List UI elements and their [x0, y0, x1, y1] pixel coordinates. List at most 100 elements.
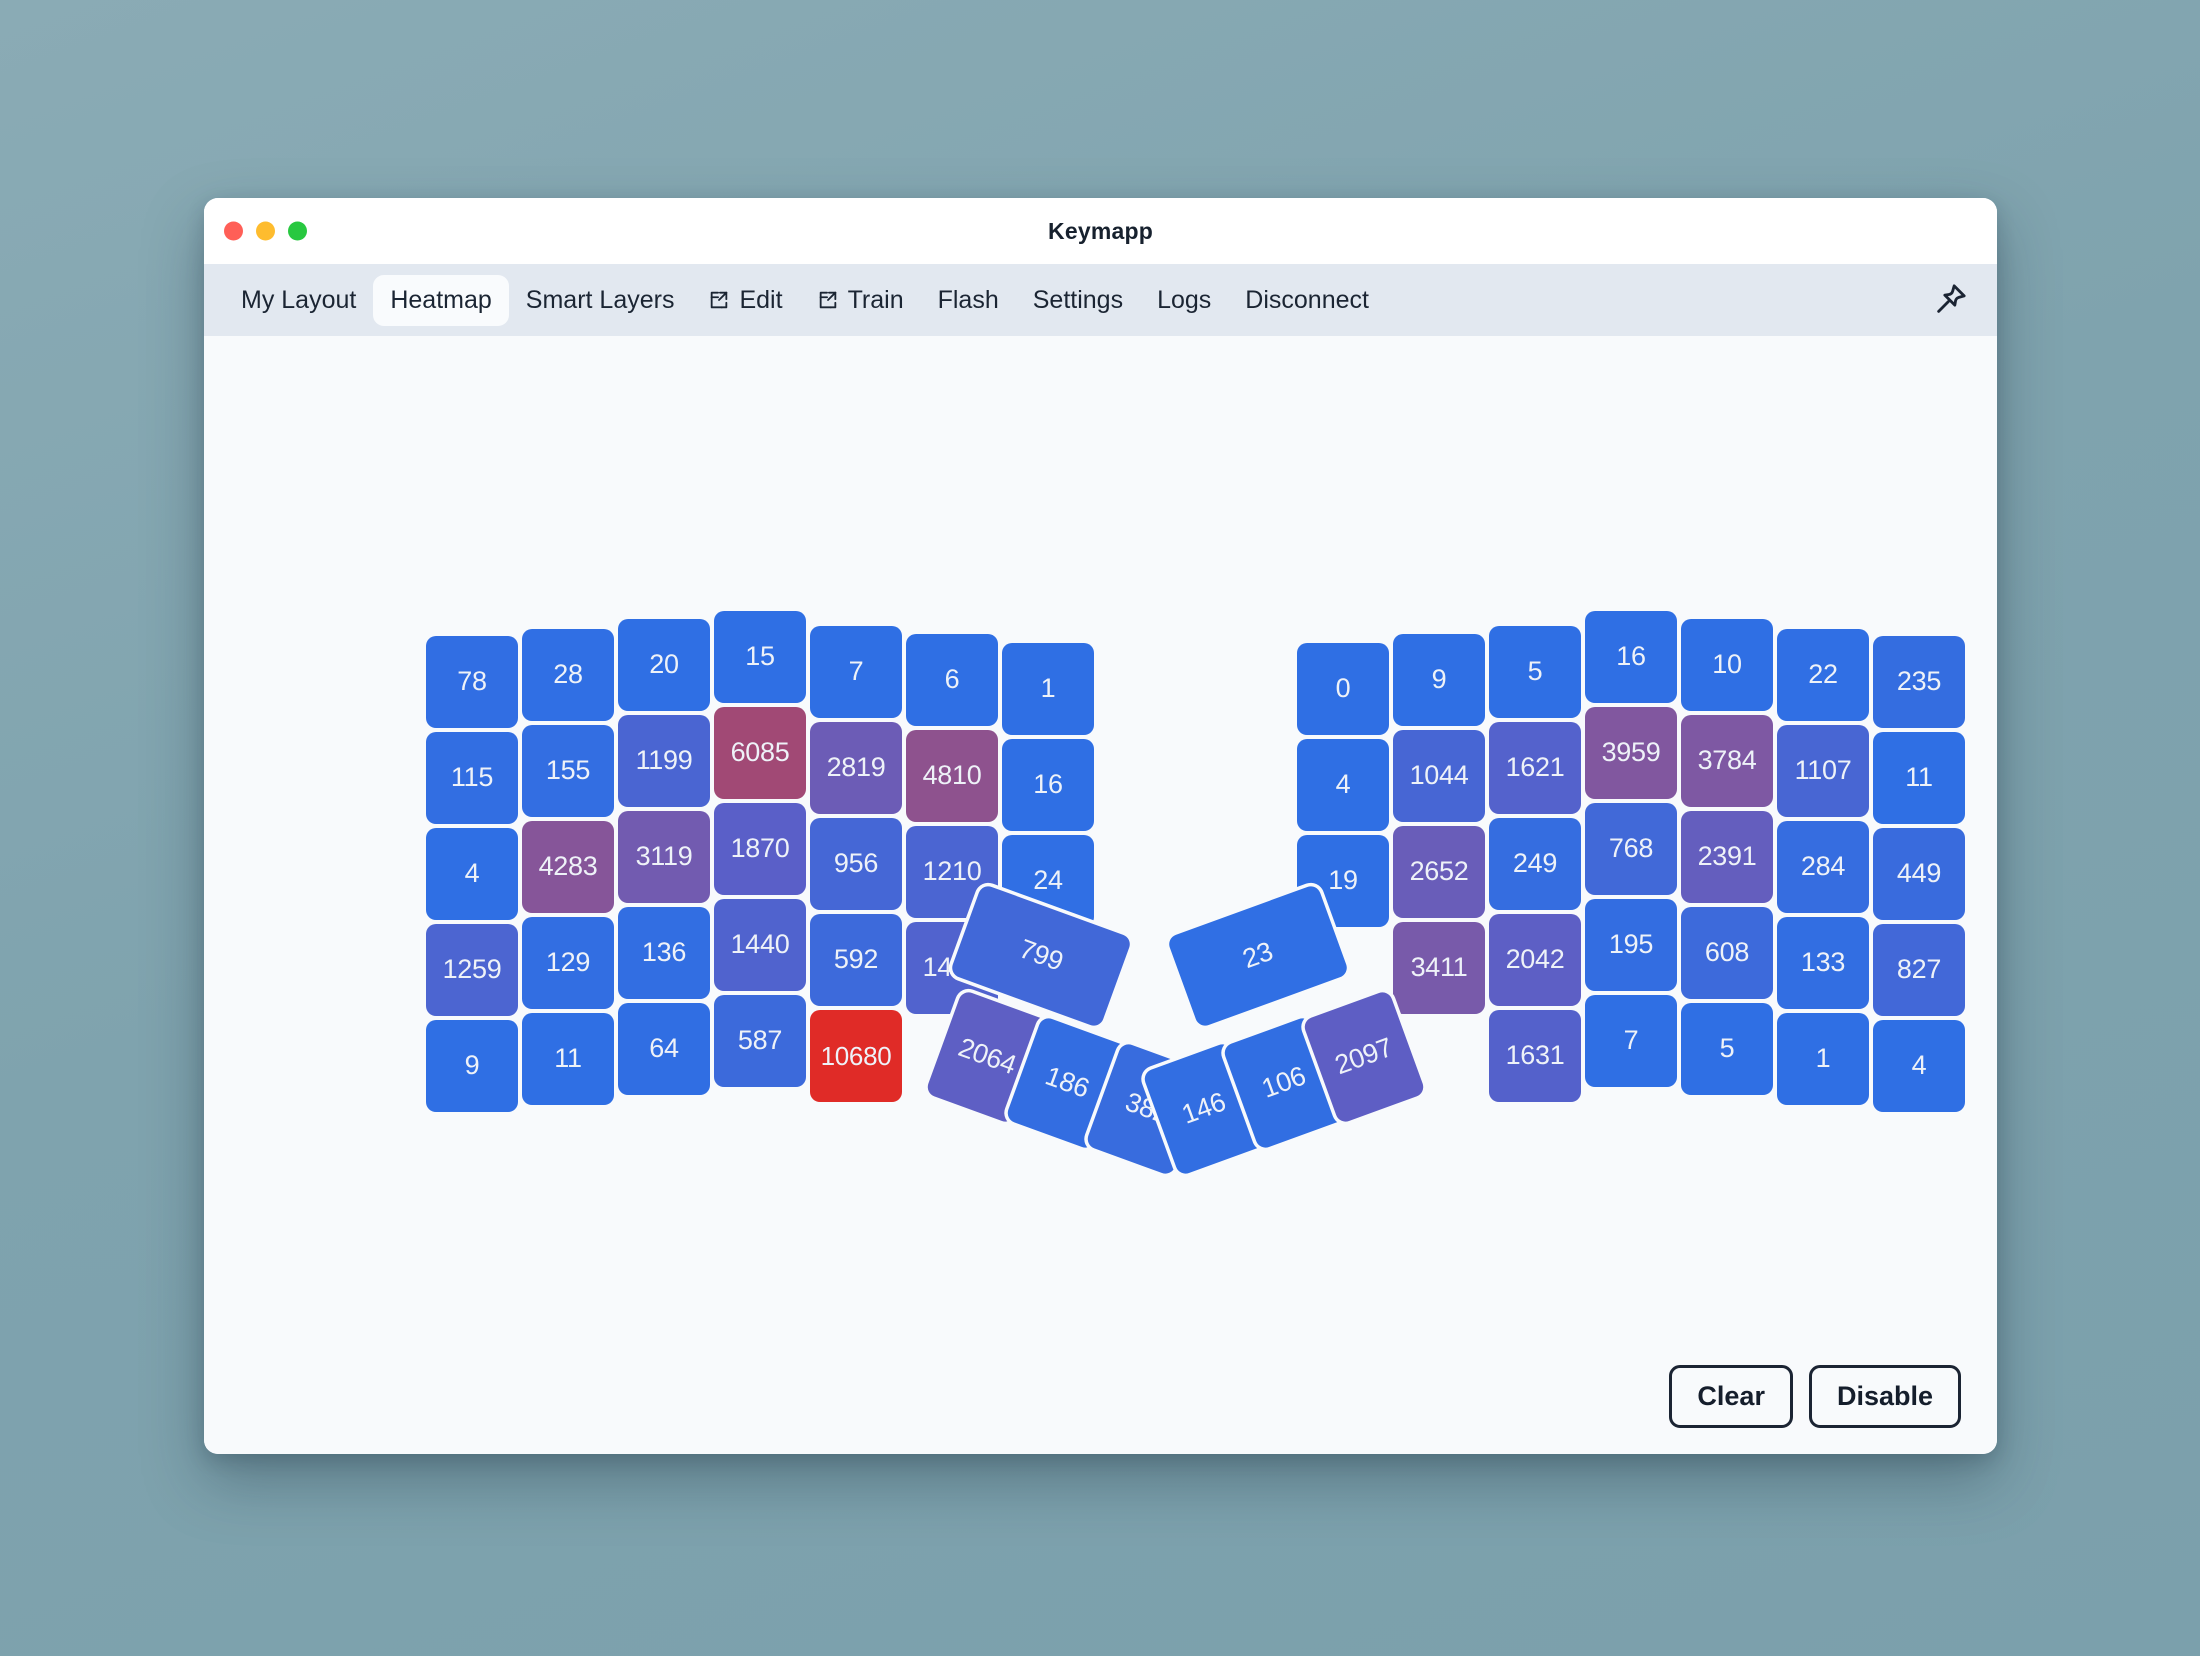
key-right-c6-r3[interactable]: 284: [1777, 821, 1869, 913]
key-count: 827: [1896, 954, 1942, 985]
clear-button[interactable]: Clear: [1669, 1365, 1793, 1428]
key-right-c4-r2[interactable]: 3959: [1585, 707, 1677, 799]
key-count: 235: [1896, 666, 1942, 697]
key-count: 4: [1911, 1050, 1927, 1081]
key-left-c3-r4[interactable]: 136: [618, 907, 710, 999]
tab-smart-layers[interactable]: Smart Layers: [509, 275, 692, 326]
key-right-c3-r2[interactable]: 1621: [1489, 722, 1581, 814]
key-left-c3-r5[interactable]: 64: [618, 1003, 710, 1095]
key-left-c5-r5[interactable]: 10680: [810, 1010, 902, 1102]
key-right-c6-r4[interactable]: 133: [1777, 917, 1869, 1009]
key-right-c5-r3[interactable]: 2391: [1681, 811, 1773, 903]
key-count: 2064: [954, 1032, 1021, 1081]
key-left-c7-r2[interactable]: 16: [1002, 739, 1094, 831]
tab-heatmap[interactable]: Heatmap: [373, 274, 509, 326]
key-right-c2-r1[interactable]: 9: [1393, 634, 1485, 726]
key-left-c5-r1[interactable]: 7: [810, 626, 902, 718]
pushpin-icon[interactable]: [1929, 279, 1971, 321]
key-left-c4-r1[interactable]: 15: [714, 611, 806, 703]
footer-actions: Clear Disable: [1669, 1365, 1961, 1428]
key-right-c7-r4[interactable]: 827: [1873, 924, 1965, 1016]
key-right-c1-r1[interactable]: 0: [1297, 643, 1389, 735]
tab-my-layout[interactable]: My Layout: [224, 275, 373, 326]
key-right-c5-r4[interactable]: 608: [1681, 907, 1773, 999]
key-right-c5-r2[interactable]: 3784: [1681, 715, 1773, 807]
key-right-c2-r2[interactable]: 1044: [1393, 730, 1485, 822]
key-count: 155: [545, 755, 591, 786]
key-count: 9: [1431, 664, 1447, 695]
key-left-c2-r1[interactable]: 28: [522, 629, 614, 721]
key-left-c3-r3[interactable]: 3119: [618, 811, 710, 903]
key-left-c4-r3[interactable]: 1870: [714, 803, 806, 895]
key-left-c2-r2[interactable]: 155: [522, 725, 614, 817]
key-count: 1440: [730, 929, 790, 960]
tab-logs[interactable]: Logs: [1140, 275, 1228, 326]
key-left-c2-r4[interactable]: 129: [522, 917, 614, 1009]
key-right-c2-r3[interactable]: 2652: [1393, 826, 1485, 918]
key-left-c4-r2[interactable]: 6085: [714, 707, 806, 799]
key-left-c6-r2[interactable]: 4810: [906, 730, 998, 822]
tab-label: Smart Layers: [525, 285, 675, 314]
key-left-c5-r2[interactable]: 2819: [810, 722, 902, 814]
key-right-c6-r5[interactable]: 1: [1777, 1013, 1869, 1105]
key-left-c4-r5[interactable]: 587: [714, 995, 806, 1087]
tab-train[interactable]: Train: [800, 275, 921, 326]
key-right-c5-r1[interactable]: 10: [1681, 619, 1773, 711]
key-count: 1631: [1505, 1040, 1565, 1071]
key-left-c1-r4[interactable]: 1259: [426, 924, 518, 1016]
key-left-c4-r4[interactable]: 1440: [714, 899, 806, 991]
key-right-c4-r3[interactable]: 768: [1585, 803, 1677, 895]
tab-disconnect[interactable]: Disconnect: [1228, 275, 1386, 326]
key-right-c1-r2[interactable]: 4: [1297, 739, 1389, 831]
key-left-c1-r3[interactable]: 4: [426, 828, 518, 920]
key-right-c7-r2[interactable]: 11: [1873, 732, 1965, 824]
key-right-c3-r4[interactable]: 2042: [1489, 914, 1581, 1006]
key-right-c7-r3[interactable]: 449: [1873, 828, 1965, 920]
tab-flash[interactable]: Flash: [921, 275, 1016, 326]
key-left-c3-r1[interactable]: 20: [618, 619, 710, 711]
key-left-c2-r3[interactable]: 4283: [522, 821, 614, 913]
tab-label: Heatmap: [390, 285, 492, 314]
key-count: 28: [553, 659, 583, 690]
tab-edit[interactable]: Edit: [691, 275, 799, 326]
key-count: 2652: [1409, 856, 1469, 887]
key-right-c7-r1[interactable]: 235: [1873, 636, 1965, 728]
tab-settings[interactable]: Settings: [1016, 275, 1140, 326]
key-count: 6: [944, 664, 960, 695]
traffic-light-close[interactable]: [224, 221, 243, 241]
key-left-c1-r5[interactable]: 9: [426, 1020, 518, 1112]
key-left-c7-r1[interactable]: 1: [1002, 643, 1094, 735]
thumb-key-right-1[interactable]: 23: [1166, 883, 1350, 1029]
traffic-light-minimize[interactable]: [256, 221, 275, 241]
keyboard-heatmap: 78 115 4 1259 9 28 155 4283 129 11 20 1199 3119 136 64…: [204, 336, 1997, 1454]
key-count: 5: [1527, 656, 1543, 687]
key-left-c6-r1[interactable]: 6: [906, 634, 998, 726]
tab-label: Disconnect: [1245, 285, 1369, 314]
tab-label: Flash: [937, 285, 999, 314]
key-left-c3-r2[interactable]: 1199: [618, 715, 710, 807]
key-left-c5-r3[interactable]: 956: [810, 818, 902, 910]
key-right-c7-r5[interactable]: 4: [1873, 1020, 1965, 1112]
key-left-c2-r5[interactable]: 11: [522, 1013, 614, 1105]
key-count: 9: [464, 1050, 480, 1081]
key-right-c6-r2[interactable]: 1107: [1777, 725, 1869, 817]
key-right-c6-r1[interactable]: 22: [1777, 629, 1869, 721]
key-left-c5-r4[interactable]: 592: [810, 914, 902, 1006]
key-left-c1-r1[interactable]: 78: [426, 636, 518, 728]
key-count: 22: [1808, 659, 1838, 690]
key-right-c2-r4[interactable]: 3411: [1393, 922, 1485, 1014]
disable-button[interactable]: Disable: [1808, 1365, 1961, 1428]
key-count: 20: [649, 649, 679, 680]
key-right-c5-r5[interactable]: 5: [1681, 1003, 1773, 1095]
key-right-c4-r5[interactable]: 7: [1585, 995, 1677, 1087]
key-right-c3-r1[interactable]: 5: [1489, 626, 1581, 718]
key-count: 186: [1041, 1060, 1094, 1104]
key-right-c4-r4[interactable]: 195: [1585, 899, 1677, 991]
traffic-light-zoom[interactable]: [288, 221, 307, 241]
key-right-c4-r1[interactable]: 16: [1585, 611, 1677, 703]
key-right-c3-r5[interactable]: 1631: [1489, 1010, 1581, 1102]
key-count: 1044: [1409, 760, 1469, 791]
window-title: Keymapp: [1048, 217, 1153, 244]
key-left-c1-r2[interactable]: 115: [426, 732, 518, 824]
key-right-c3-r3[interactable]: 249: [1489, 818, 1581, 910]
